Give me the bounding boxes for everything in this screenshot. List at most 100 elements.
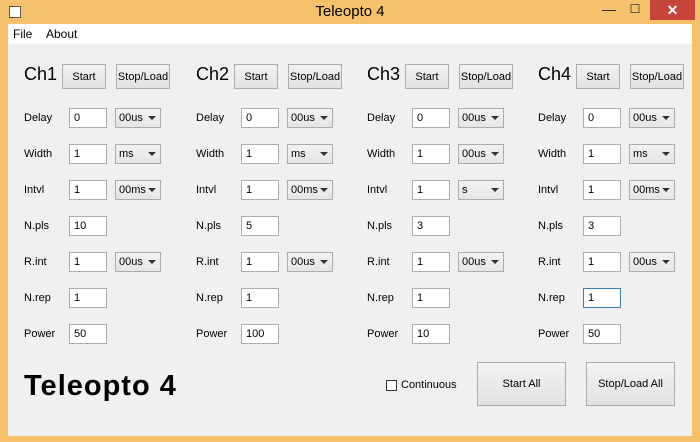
ch2-start-button[interactable]: Start [234,64,278,89]
chevron-down-icon [320,188,328,192]
ch3-power-input[interactable]: 10 [412,324,450,344]
ch1-intvl-unit-select[interactable]: 00ms [115,180,161,200]
ch3-nrep-label: N.rep [367,292,394,304]
ch1-width-input[interactable]: 1 [69,144,107,164]
menu-bar: File About [8,24,692,44]
ch1-nrep-label: N.rep [24,292,51,304]
ch4-nrep-input[interactable]: 1 [583,288,621,308]
ch1-intvl-label: Intvl [24,184,45,196]
ch1-start-button[interactable]: Start [62,64,106,89]
ch2-npls-label: N.pls [196,220,222,232]
ch4-power-input[interactable]: 50 [583,324,621,344]
ch1-delay-label: Delay [24,112,53,124]
menu-file[interactable]: File [13,27,32,41]
ch4-delay-unit-select[interactable]: 00us [629,108,675,128]
ch4-delay-unit-value: 00us [633,112,657,124]
ch1-intvl-input[interactable]: 1 [69,180,107,200]
ch1-rint-unit-select[interactable]: 00us [115,252,161,272]
ch2-power-input[interactable]: 100 [241,324,279,344]
ch4-npls-input[interactable]: 3 [583,216,621,236]
ch3-width-label: Width [367,148,396,160]
ch3-start-button[interactable]: Start [405,64,449,89]
chevron-down-icon [491,188,499,192]
ch4-stop-load-button[interactable]: Stop/Load [630,64,684,89]
title-bar: Teleopto 4 — ☐ ✕ [0,0,700,24]
ch2-delay-unit-value: 00us [291,112,315,124]
ch3-rint-unit-select[interactable]: 00us [458,252,504,272]
continuous-checkbox[interactable] [386,380,397,391]
ch4-width-unit-select[interactable]: ms [629,144,675,164]
chevron-down-icon [662,260,670,264]
ch4-intvl-input[interactable]: 1 [583,180,621,200]
chevron-down-icon [491,116,499,120]
ch2-rint-input[interactable]: 1 [241,252,279,272]
start-all-button[interactable]: Start All [477,362,566,406]
ch3-stop-load-button[interactable]: Stop/Load [459,64,513,89]
ch1-stop-load-button[interactable]: Stop/Load [116,64,170,89]
ch3-width-unit-value: 00us [462,148,486,160]
ch2-power-label: Power [196,328,228,340]
ch3-nrep-input[interactable]: 1 [412,288,450,308]
ch2-width-unit-select[interactable]: ms [287,144,333,164]
ch2-stop-load-button[interactable]: Stop/Load [288,64,342,89]
ch4-start-button[interactable]: Start [576,64,620,89]
ch4-delay-input[interactable]: 0 [583,108,621,128]
chevron-down-icon [148,260,156,264]
close-button[interactable]: ✕ [650,0,695,20]
ch2-delay-input[interactable]: 0 [241,108,279,128]
ch3-title: Ch3 [367,64,401,84]
ch3-delay-label: Delay [367,112,396,124]
ch2-npls-input[interactable]: 5 [241,216,279,236]
main-window: File About Ch1 Start Stop/Load Delay 0 00us Wi… [8,24,692,436]
ch1-intvl-unit-value: 00ms [119,184,146,196]
chevron-down-icon [491,152,499,156]
maximize-button[interactable]: ☐ [622,0,648,20]
chevron-down-icon [148,188,156,192]
ch1-rint-label: R.int [24,256,47,268]
ch4-intvl-unit-select[interactable]: 00ms [629,180,675,200]
ch2-intvl-input[interactable]: 1 [241,180,279,200]
chevron-down-icon [320,260,328,264]
ch2-width-unit-value: ms [291,148,306,160]
chevron-down-icon [148,116,156,120]
ch4-rint-unit-select[interactable]: 00us [629,252,675,272]
minimize-button[interactable]: — [596,0,622,20]
ch3-power-label: Power [367,328,399,340]
ch3-delay-unit-value: 00us [462,112,486,124]
ch3-intvl-unit-select[interactable]: s [458,180,504,200]
ch4-rint-input[interactable]: 1 [583,252,621,272]
ch2-rint-unit-select[interactable]: 00us [287,252,333,272]
ch3-width-input[interactable]: 1 [412,144,450,164]
ch2-intvl-unit-value: 00ms [291,184,318,196]
ch4-power-label: Power [538,328,570,340]
ch3-delay-unit-select[interactable]: 00us [458,108,504,128]
chevron-down-icon [148,152,156,156]
ch3-intvl-input[interactable]: 1 [412,180,450,200]
ch3-npls-label: N.pls [367,220,393,232]
stop-load-all-button[interactable]: Stop/Load All [586,362,675,406]
ch3-rint-input[interactable]: 1 [412,252,450,272]
ch2-nrep-input[interactable]: 1 [241,288,279,308]
ch1-npls-label: N.pls [24,220,50,232]
menu-about[interactable]: About [46,27,77,41]
ch1-delay-unit-select[interactable]: 00us [115,108,161,128]
ch2-width-input[interactable]: 1 [241,144,279,164]
ch2-intvl-unit-select[interactable]: 00ms [287,180,333,200]
ch1-nrep-input[interactable]: 1 [69,288,107,308]
chevron-down-icon [662,116,670,120]
ch1-title: Ch1 [24,64,58,84]
ch1-power-input[interactable]: 50 [69,324,107,344]
ch4-width-input[interactable]: 1 [583,144,621,164]
ch1-delay-input[interactable]: 0 [69,108,107,128]
ch1-rint-input[interactable]: 1 [69,252,107,272]
ch1-delay-unit-value: 00us [119,112,143,124]
ch1-power-label: Power [24,328,56,340]
ch4-width-label: Width [538,148,567,160]
ch2-delay-unit-select[interactable]: 00us [287,108,333,128]
ch3-npls-input[interactable]: 3 [412,216,450,236]
ch3-width-unit-select[interactable]: 00us [458,144,504,164]
ch1-npls-input[interactable]: 10 [69,216,107,236]
ch3-delay-input[interactable]: 0 [412,108,450,128]
ch4-npls-label: N.pls [538,220,564,232]
ch1-width-unit-select[interactable]: ms [115,144,161,164]
